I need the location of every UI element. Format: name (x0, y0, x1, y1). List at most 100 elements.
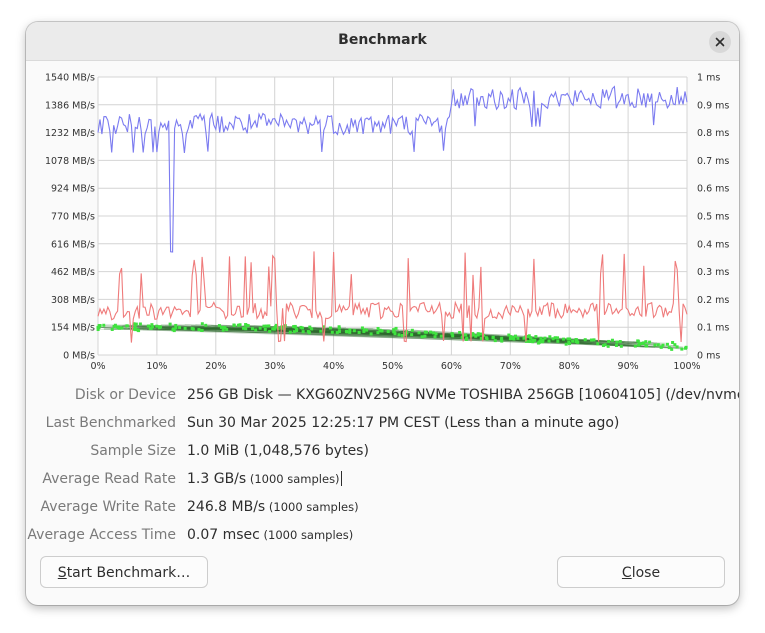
access-time-point (432, 331, 436, 335)
access-time-point (348, 330, 352, 334)
info-value: 256 GB Disk — KXG60ZNV256G NVMe TOSHIBA … (187, 387, 739, 403)
start-benchmark-button[interactable]: Start Benchmark… (40, 556, 208, 588)
access-time-point (673, 343, 677, 347)
access-time-point (138, 322, 142, 326)
access-time-point (583, 338, 587, 342)
info-label: Last Benchmarked (45, 415, 176, 431)
start-benchmark-label: tart Benchmark… (66, 565, 191, 581)
access-time-point (288, 330, 292, 334)
access-time-point (439, 334, 443, 338)
access-time-point (174, 323, 178, 327)
access-time-point (420, 335, 424, 339)
access-time-point (601, 344, 605, 348)
access-time-point (615, 340, 619, 344)
info-value: 1.3 GB/s (1000 samples) (187, 471, 342, 487)
access-time-point (268, 329, 272, 333)
access-time-point (102, 323, 106, 327)
x-tick-label: 60% (441, 361, 462, 372)
y-tick-label-right: 0.3 ms (697, 267, 729, 278)
access-time-point (308, 325, 312, 329)
access-time-point (292, 325, 296, 329)
access-time-point (450, 332, 454, 336)
access-time-point (491, 336, 495, 340)
access-time-point (619, 344, 623, 348)
access-time-point (575, 338, 579, 342)
info-value-text: 1.3 GB/s (187, 471, 247, 487)
x-tick-label: 40% (323, 361, 344, 372)
access-time-point (400, 334, 404, 338)
access-time-point (684, 345, 688, 349)
access-time-point (147, 324, 151, 328)
benchmark-chart: 0% 10% 20% 30% 40% 50% 60% 70% 80% 90% 100% 0 MB/s 1… (45, 73, 729, 373)
access-time-point (394, 326, 398, 330)
access-time-point (306, 330, 310, 334)
access-time-point (97, 326, 101, 330)
benchmark-dialog: Benchmark 0% 10% 20% 30% 40% 50% 60% 70% 80% 90% 1… (26, 22, 739, 605)
access-time-point (423, 334, 427, 338)
y-tick-label-right: 0.2 ms (697, 295, 729, 306)
access-time-point (547, 339, 551, 343)
y-tick-label-left: 308 MB/s (51, 295, 95, 306)
access-time-point (134, 322, 138, 326)
info-value-samples: (1000 samples) (265, 500, 359, 514)
access-time-point (328, 326, 332, 330)
info-value-samples: (1000 samples) (246, 472, 340, 486)
info-value-text: 256 GB Disk — KXG60ZNV256G NVMe TOSHIBA … (187, 387, 739, 403)
y-tick-label-left: 1386 MB/s (45, 100, 95, 111)
access-time-point (429, 330, 433, 334)
access-time-point (171, 327, 175, 331)
access-time-point (493, 339, 497, 343)
access-time-point (238, 323, 242, 327)
access-time-point (264, 324, 268, 328)
access-time-point (522, 336, 526, 340)
access-time-point (571, 339, 575, 343)
access-time-point (263, 327, 267, 331)
access-time-point (556, 339, 560, 343)
close-button[interactable]: Close (557, 556, 725, 588)
info-row: Average Read Rate 1.3 GB/s (1000 samples) (26, 469, 739, 491)
access-time-point (200, 328, 204, 332)
access-time-point (410, 328, 414, 332)
access-time-point (567, 340, 571, 344)
info-value: 1.0 MiB (1,048,576 bytes) (187, 443, 369, 459)
access-time-point (200, 322, 204, 326)
access-time-point (155, 324, 159, 328)
y-tick-label-right: 0.8 ms (697, 128, 729, 139)
info-row: Average Access Time 0.07 msec (1000 sampl… (26, 525, 739, 547)
access-time-point (656, 343, 660, 347)
access-time-point (357, 330, 361, 334)
access-time-point (539, 336, 543, 340)
access-time-point (150, 323, 154, 327)
info-value: Sun 30 Mar 2025 12:25:17 PM CEST (Less t… (187, 415, 619, 431)
access-time-point (360, 326, 364, 330)
x-tick-label: 10% (146, 361, 167, 372)
access-time-point (369, 332, 373, 336)
access-time-point (117, 326, 121, 330)
access-time-point (197, 328, 201, 332)
access-time-point (319, 329, 323, 333)
access-time-point (633, 344, 637, 348)
y-tick-label-left: 154 MB/s (51, 323, 95, 334)
access-time-point (509, 336, 513, 340)
y-tick-label-right: 1 ms (697, 73, 720, 84)
x-tick-label: 80% (559, 361, 580, 372)
y-tick-label-left: 770 MB/s (51, 212, 95, 223)
access-time-point (386, 329, 390, 333)
access-time-point (636, 339, 640, 343)
access-time-point (618, 340, 622, 344)
close-label: lose (631, 565, 661, 581)
info-value-text: 0.07 msec (187, 527, 260, 543)
access-time-point (190, 326, 194, 330)
x-tick-label: 70% (500, 361, 521, 372)
y-tick-label-left: 1078 MB/s (45, 156, 95, 167)
access-time-point (478, 332, 482, 336)
access-time-point (536, 341, 540, 345)
close-mnemonic: C (621, 565, 632, 581)
access-time-point (596, 342, 600, 346)
y-tick-label-left: 462 MB/s (51, 267, 95, 278)
access-time-point (551, 337, 555, 341)
y-tick-label-left: 1540 MB/s (45, 73, 95, 84)
info-value-text: 1.0 MiB (1,048,576 bytes) (187, 443, 369, 459)
info-value-text: 246.8 MB/s (187, 499, 266, 515)
text-caret (340, 471, 342, 486)
